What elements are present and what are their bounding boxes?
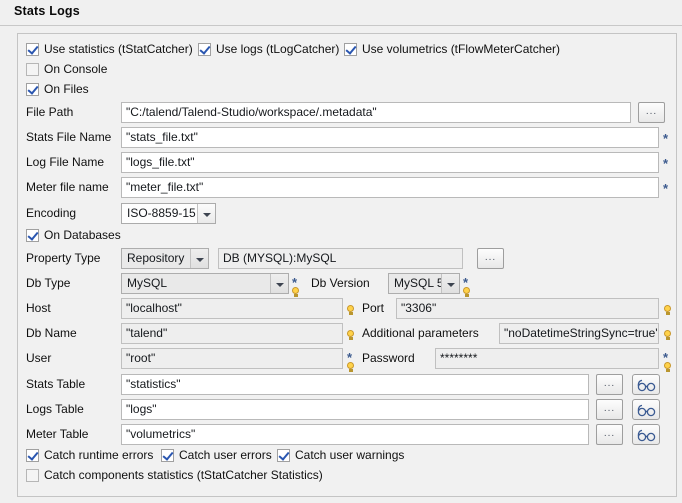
checkbox-indicator[interactable]	[26, 229, 39, 242]
checkbox-indicator[interactable]	[277, 449, 290, 462]
checkbox-label: Use statistics (tStatCatcher)	[44, 42, 193, 56]
input-stats-table[interactable]: "statistics"	[121, 374, 589, 395]
guess-stats-schema-button[interactable]	[632, 374, 660, 395]
required-asterisk: *	[663, 131, 669, 146]
chevron-down-icon[interactable]	[197, 204, 215, 223]
label-port: Port	[362, 301, 385, 315]
checkbox-indicator[interactable]	[198, 43, 211, 56]
ellipsis-icon: ...	[603, 403, 616, 414]
checkbox-label: Catch components statistics (tStatCatche…	[44, 468, 323, 482]
browse-file-path-button[interactable]: ...	[638, 102, 665, 123]
label-additional-parameters: Additional parameters	[362, 326, 479, 340]
hint-bulb-icon	[663, 330, 672, 341]
hint-bulb-icon	[346, 305, 355, 316]
browse-logs-table-button[interactable]: ...	[596, 399, 623, 420]
required-asterisk: *	[663, 181, 669, 196]
input-user[interactable]: "root"	[121, 348, 343, 369]
hint-bulb-icon	[291, 287, 300, 298]
input-log-file-name[interactable]: "logs_file.txt"	[121, 152, 659, 173]
glasses-icon	[637, 379, 656, 392]
select-db-version-value: MySQL 5	[394, 276, 444, 290]
checkbox-label: Use logs (tLogCatcher)	[216, 42, 340, 56]
hint-bulb-icon	[346, 330, 355, 341]
label-password: Password	[362, 351, 415, 365]
glasses-icon	[637, 429, 656, 442]
label-property-type: Property Type	[26, 251, 101, 265]
label-log-file-name: Log File Name	[26, 155, 105, 169]
browse-meter-table-button[interactable]: ...	[596, 424, 623, 445]
label-db-type: Db Type	[26, 276, 71, 290]
checkbox-label: On Databases	[44, 228, 121, 242]
checkbox-indicator[interactable]	[26, 449, 39, 462]
checkbox-indicator[interactable]	[26, 63, 39, 76]
chevron-down-icon[interactable]	[190, 249, 208, 268]
label-host: Host	[26, 301, 51, 315]
chevron-down-icon[interactable]	[441, 274, 459, 293]
input-additional-parameters[interactable]: "noDatetimeStringSync=true"	[499, 323, 659, 344]
checkbox-label: On Console	[44, 62, 108, 76]
checkbox-indicator[interactable]	[344, 43, 357, 56]
input-stats-file-name[interactable]: "stats_file.txt"	[121, 127, 659, 148]
label-db-name: Db Name	[26, 326, 77, 340]
stats-logs-panel: Use statistics (tStatCatcher) Use logs (…	[17, 33, 677, 497]
checkbox-indicator[interactable]	[26, 469, 39, 482]
checkbox-label: On Files	[44, 82, 89, 96]
checkbox-label: Catch user warnings	[295, 448, 405, 462]
glasses-icon	[637, 404, 656, 417]
select-property-type[interactable]: Repository	[121, 248, 209, 269]
browse-repository-button[interactable]: ...	[477, 248, 504, 269]
checkbox-label: Catch user errors	[179, 448, 272, 462]
guess-logs-schema-button[interactable]	[632, 399, 660, 420]
input-repository-connection[interactable]: DB (MYSQL):MySQL	[218, 248, 463, 269]
hint-bulb-icon	[462, 287, 471, 298]
checkbox-indicator[interactable]	[26, 83, 39, 96]
input-password[interactable]: ********	[435, 348, 659, 369]
required-asterisk: *	[663, 156, 669, 171]
checkbox-indicator[interactable]	[26, 43, 39, 56]
input-file-path[interactable]: "C:/talend/Talend-Studio/workspace/.meta…	[121, 102, 631, 123]
ellipsis-icon: ...	[645, 106, 658, 117]
ellipsis-icon: ...	[484, 252, 497, 263]
label-db-version: Db Version	[311, 276, 370, 290]
input-port[interactable]: "3306"	[396, 298, 659, 319]
browse-stats-table-button[interactable]: ...	[596, 374, 623, 395]
label-logs-table: Logs Table	[26, 402, 84, 416]
label-stats-file-name: Stats File Name	[26, 130, 112, 144]
hint-bulb-icon	[663, 362, 672, 373]
select-encoding[interactable]: ISO-8859-15	[121, 203, 216, 224]
label-meter-file-name: Meter file name	[26, 180, 109, 194]
hint-bulb-icon	[663, 305, 672, 316]
input-meter-table[interactable]: "volumetrics"	[121, 424, 589, 445]
label-encoding: Encoding	[26, 206, 77, 220]
checkbox-label: Use volumetrics (tFlowMeterCatcher)	[362, 42, 561, 56]
select-db-version[interactable]: MySQL 5	[388, 273, 460, 294]
tab-stats-logs[interactable]: Stats Logs	[14, 4, 80, 18]
input-host[interactable]: "localhost"	[121, 298, 343, 319]
select-db-type[interactable]: MySQL	[121, 273, 289, 294]
checkbox-label: Catch runtime errors	[44, 448, 154, 462]
ellipsis-icon: ...	[603, 428, 616, 439]
chevron-down-icon[interactable]	[270, 274, 288, 293]
label-file-path: File Path	[26, 105, 74, 119]
input-db-name[interactable]: "talend"	[121, 323, 343, 344]
input-logs-table[interactable]: "logs"	[121, 399, 589, 420]
select-encoding-value: ISO-8859-15	[127, 206, 196, 220]
input-meter-file-name[interactable]: "meter_file.txt"	[121, 177, 659, 198]
label-meter-table: Meter Table	[26, 427, 89, 441]
label-stats-table: Stats Table	[26, 377, 86, 391]
select-db-type-value: MySQL	[127, 276, 168, 290]
select-property-type-value: Repository	[127, 251, 185, 265]
label-user: User	[26, 351, 52, 365]
tab-bar: Stats Logs	[0, 0, 682, 26]
hint-bulb-icon	[346, 362, 355, 373]
ellipsis-icon: ...	[603, 378, 616, 389]
guess-meter-schema-button[interactable]	[632, 424, 660, 445]
checkbox-indicator[interactable]	[161, 449, 174, 462]
